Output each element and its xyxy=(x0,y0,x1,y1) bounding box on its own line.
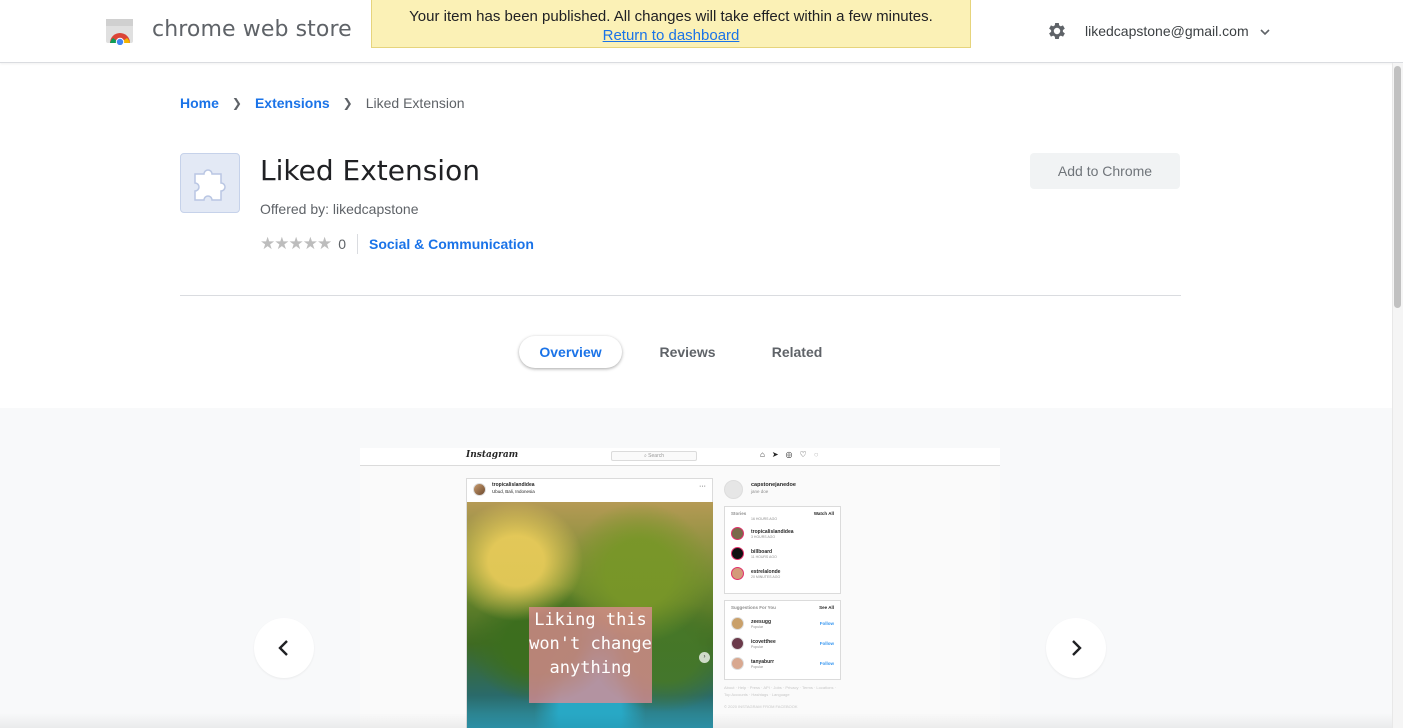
screenshot-carousel: Instagram ⌕ Search ⌂ ➤ ◎ ♡ ○ tropicalisl… xyxy=(0,408,1392,728)
post-header: tropicalislandidea Ubud, Bali, Indonesia… xyxy=(467,479,712,501)
list-item: billboard 11 HOURS AGO xyxy=(725,543,840,563)
profile-username: capstonejanedoe xyxy=(751,482,796,488)
header-divider xyxy=(180,295,1181,296)
avatar xyxy=(731,547,744,560)
breadcrumb-home[interactable]: Home xyxy=(180,95,219,111)
chevron-left-icon xyxy=(278,640,288,656)
carousel-screenshot: Instagram ⌕ Search ⌂ ➤ ◎ ♡ ○ tropicalisl… xyxy=(360,448,1000,728)
avatar xyxy=(731,617,744,630)
compass-icon: ◎ xyxy=(785,450,793,459)
tab-related[interactable]: Related xyxy=(752,336,842,368)
follow-link: Follow xyxy=(819,661,834,666)
list-item: tropicalislandidea 3 HOURS AGO xyxy=(725,523,840,543)
offered-by: Offered by: likedcapstone xyxy=(260,201,419,217)
send-icon: ➤ xyxy=(771,450,779,459)
avatar xyxy=(724,480,743,499)
star-rating[interactable]: ★★★★★ xyxy=(260,234,332,254)
breadcrumb-extensions[interactable]: Extensions xyxy=(255,95,330,111)
chevron-right-icon: ❯ xyxy=(231,96,242,110)
heart-icon: ♡ xyxy=(799,450,807,459)
search-placeholder: Search xyxy=(648,453,665,459)
list-item: tanyaburr Popular Follow xyxy=(725,653,840,673)
chevron-right-icon: › xyxy=(699,652,710,663)
instagram-nav-bar: Instagram ⌕ Search ⌂ ➤ ◎ ♡ ○ xyxy=(360,448,1000,466)
avatar xyxy=(731,657,744,670)
profile-icon: ○ xyxy=(813,450,819,459)
category-link[interactable]: Social & Communication xyxy=(369,236,534,252)
chrome-web-store-logo-icon[interactable] xyxy=(105,17,135,45)
stories-card: Stories Watch All 16 HOURS AGO tropicali… xyxy=(724,506,841,594)
account-email[interactable]: likedcapstone@gmail.com xyxy=(1085,23,1249,39)
rating-count[interactable]: 0 xyxy=(338,236,346,252)
profile-row: capstonejanedoe jane doe xyxy=(724,478,842,502)
publish-notification: Your item has been published. All change… xyxy=(371,0,971,48)
story-time: 3 HOURS AGO xyxy=(751,535,776,539)
list-item: estrelalonde 20 MINUTES AGO xyxy=(725,563,840,583)
instagram-footer-links: About · Help · Press · API · Jobs · Priv… xyxy=(724,685,836,697)
story-time: 16 HOURS AGO xyxy=(751,517,778,521)
suggestions-card: Suggestions For You See All zeesugg Popu… xyxy=(724,600,841,680)
overlay-text: Liking this won't change anything xyxy=(529,607,652,703)
instagram-search: ⌕ Search xyxy=(611,451,697,461)
more-icon: ··· xyxy=(699,483,706,490)
list-item: 16 HOURS AGO xyxy=(725,515,840,523)
avatar xyxy=(731,567,744,580)
return-to-dashboard-link[interactable]: Return to dashboard xyxy=(603,27,740,44)
divider xyxy=(357,234,358,254)
follow-link: Follow xyxy=(819,621,834,626)
suggestion-sub: Popular xyxy=(751,645,764,649)
list-item: icovetthee Popular Follow xyxy=(725,633,840,653)
breadcrumb: Home ❯ Extensions ❯ Liked Extension xyxy=(180,95,465,111)
profile-name: jane doe xyxy=(751,489,769,494)
tab-reviews[interactable]: Reviews xyxy=(640,336,735,368)
avatar xyxy=(731,527,744,540)
chevron-down-icon[interactable] xyxy=(1259,26,1271,38)
story-time: 20 MINUTES AGO xyxy=(751,575,781,579)
suggestion-sub: Popular xyxy=(751,625,764,629)
instagram-sidebar: capstonejanedoe jane doe Stories Watch A… xyxy=(724,478,842,680)
avatar xyxy=(473,483,486,496)
store-title[interactable]: chrome web store xyxy=(152,17,352,42)
top-bar: chrome web store Your item has been publ… xyxy=(0,0,1403,63)
suggestions-header: Suggestions For You See All xyxy=(725,601,840,613)
add-to-chrome-button[interactable]: Add to Chrome xyxy=(1030,153,1180,189)
tab-overview[interactable]: Overview xyxy=(519,336,622,368)
avatar xyxy=(731,637,744,650)
extension-icon xyxy=(180,153,240,213)
puzzle-icon xyxy=(194,169,226,201)
carousel-prev-button[interactable] xyxy=(254,618,314,678)
chevron-right-icon xyxy=(1072,640,1082,656)
suggestions-title: Suggestions For You xyxy=(731,605,776,610)
instagram-post: tropicalislandidea Ubud, Bali, Indonesia… xyxy=(466,478,713,728)
post-photo: Liking this won't change anything › xyxy=(467,502,713,728)
suggestion-sub: Popular xyxy=(751,665,764,669)
post-username: tropicalislandidea xyxy=(492,482,535,488)
home-icon: ⌂ xyxy=(760,450,765,459)
list-item: zeesugg Popular Follow xyxy=(725,613,840,633)
post-location: Ubud, Bali, Indonesia xyxy=(492,489,535,494)
chevron-right-icon: ❯ xyxy=(342,96,353,110)
follow-link: Follow xyxy=(819,641,834,646)
carousel-next-button[interactable] xyxy=(1046,618,1106,678)
breadcrumb-current: Liked Extension xyxy=(365,95,465,111)
story-time: 11 HOURS AGO xyxy=(751,555,777,559)
instagram-logo: Instagram xyxy=(466,450,519,460)
rating-row: ★★★★★ 0 Social & Communication xyxy=(260,234,534,254)
gear-icon[interactable] xyxy=(1046,20,1068,42)
instagram-nav-icons: ⌂ ➤ ◎ ♡ ○ xyxy=(760,450,819,459)
scrollbar-thumb[interactable] xyxy=(1394,66,1401,308)
notification-message: Your item has been published. All change… xyxy=(409,8,933,25)
extension-title: Liked Extension xyxy=(260,154,480,187)
bottom-shadow xyxy=(0,713,1392,728)
suggestions-action: See All xyxy=(819,605,834,610)
instagram-footer-copyright: © 2020 INSTAGRAM FROM FACEBOOK xyxy=(724,704,798,709)
